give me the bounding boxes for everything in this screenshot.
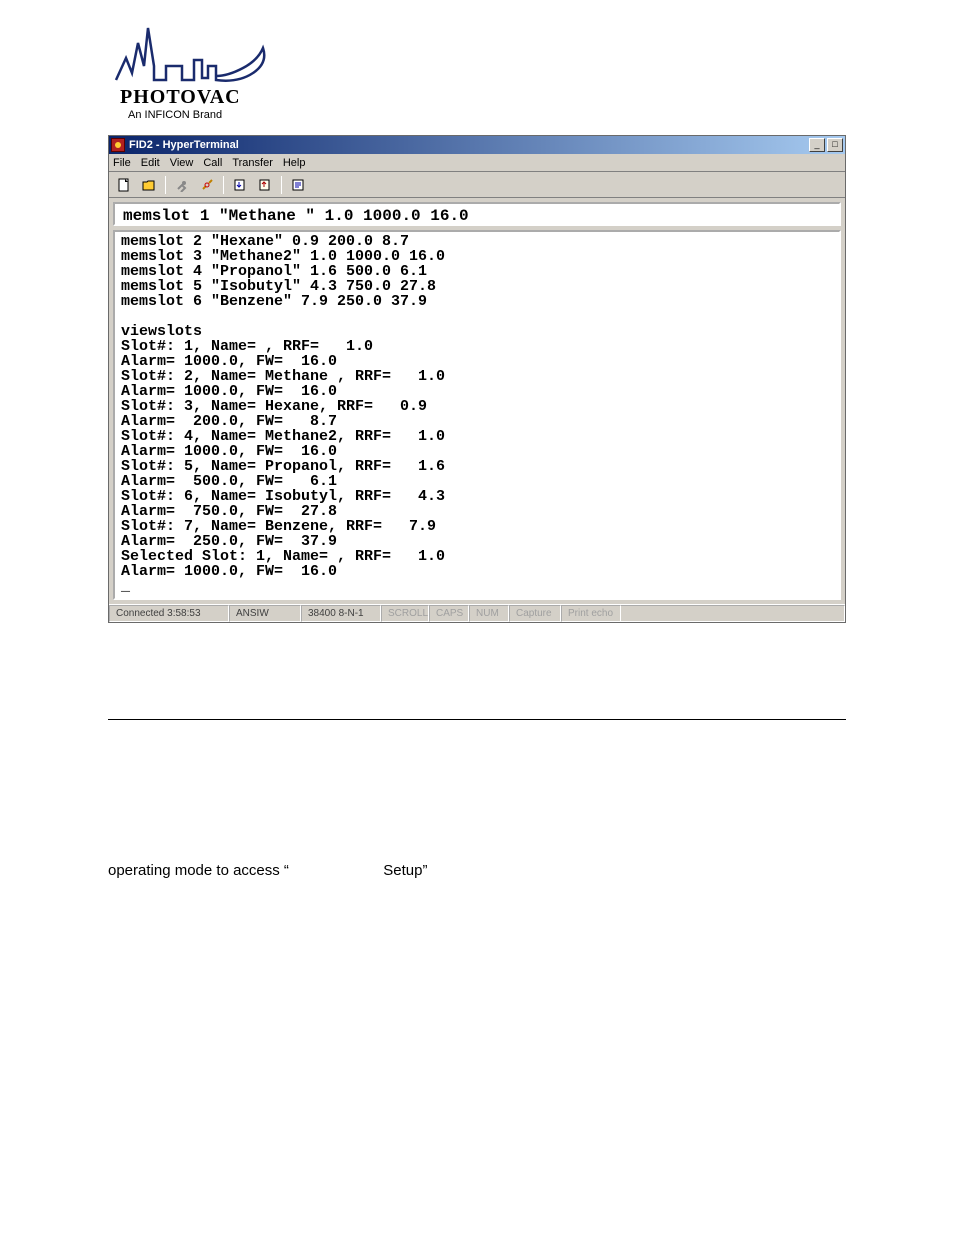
menu-view[interactable]: View bbox=[170, 157, 194, 169]
document-text: operating mode to access “ Setup” bbox=[108, 862, 846, 879]
disconnect-icon[interactable] bbox=[196, 175, 218, 195]
minimize-button[interactable]: _ bbox=[809, 138, 825, 152]
connect-icon[interactable] bbox=[171, 175, 193, 195]
new-file-icon[interactable] bbox=[113, 175, 135, 195]
window-title: FID2 - HyperTerminal bbox=[129, 139, 809, 151]
status-scroll: SCROLL bbox=[381, 605, 429, 622]
maximize-button[interactable]: □ bbox=[827, 138, 843, 152]
menu-call[interactable]: Call bbox=[203, 157, 222, 169]
logo-graphic bbox=[108, 18, 278, 88]
divider bbox=[108, 719, 846, 720]
doc-right: Setup” bbox=[383, 862, 427, 879]
toolbar bbox=[109, 172, 845, 198]
status-capture: Capture bbox=[509, 605, 561, 622]
properties-icon[interactable] bbox=[287, 175, 309, 195]
hyperterminal-window: FID2 - HyperTerminal _ □ File Edit View … bbox=[108, 135, 846, 623]
status-num: NUM bbox=[469, 605, 509, 622]
status-filler bbox=[621, 605, 845, 622]
receive-icon[interactable] bbox=[254, 175, 276, 195]
status-printecho: Print echo bbox=[561, 605, 621, 622]
photovac-logo: PHOTOVAC An INFICON Brand bbox=[108, 18, 846, 121]
brand-name: PHOTOVAC bbox=[120, 86, 846, 109]
menu-bar: File Edit View Call Transfer Help bbox=[109, 154, 845, 172]
menu-file[interactable]: File bbox=[113, 157, 131, 169]
brand-tagline: An INFICON Brand bbox=[128, 109, 846, 121]
terminal-output[interactable]: memslot 2 "Hexane" 0.9 200.0 8.7 memslot… bbox=[113, 230, 841, 600]
status-emulation: ANSIW bbox=[229, 605, 301, 622]
menu-transfer[interactable]: Transfer bbox=[232, 157, 273, 169]
menu-help[interactable]: Help bbox=[283, 157, 306, 169]
app-icon bbox=[111, 138, 125, 152]
status-caps: CAPS bbox=[429, 605, 469, 622]
doc-left: operating mode to access “ bbox=[108, 862, 289, 879]
status-bar: Connected 3:58:53 ANSIW 38400 8-N-1 SCRO… bbox=[109, 604, 845, 622]
title-bar[interactable]: FID2 - HyperTerminal _ □ bbox=[109, 136, 845, 154]
status-connected: Connected 3:58:53 bbox=[109, 605, 229, 622]
open-icon[interactable] bbox=[138, 175, 160, 195]
command-line[interactable]: memslot 1 "Methane " 1.0 1000.0 16.0 bbox=[113, 202, 841, 226]
menu-edit[interactable]: Edit bbox=[141, 157, 160, 169]
status-connection: 38400 8-N-1 bbox=[301, 605, 381, 622]
send-icon[interactable] bbox=[229, 175, 251, 195]
